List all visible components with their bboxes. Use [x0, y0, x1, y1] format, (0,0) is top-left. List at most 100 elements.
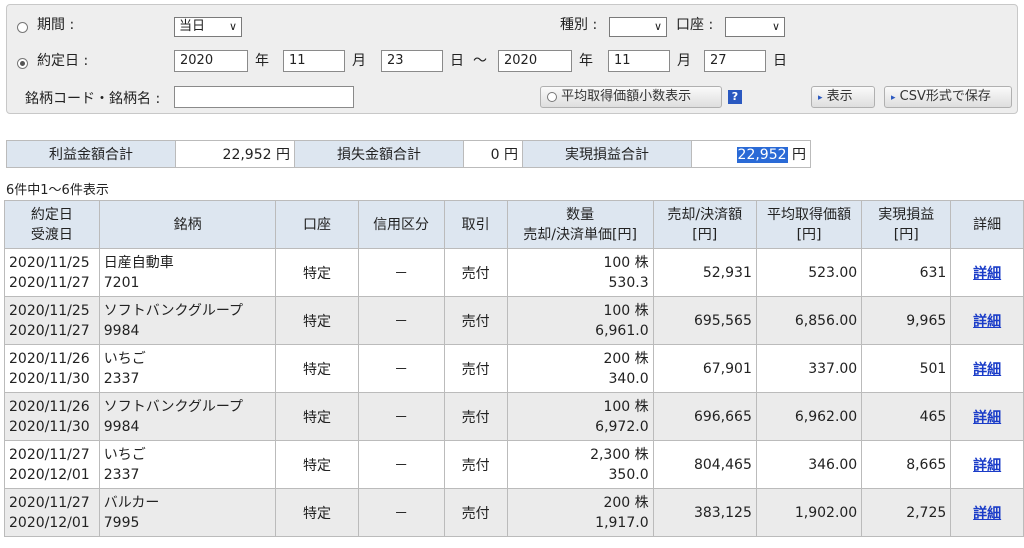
help-icon[interactable]: ?: [728, 90, 742, 104]
show-button-label: 表示: [826, 89, 853, 104]
to-year-input[interactable]: 2020: [498, 50, 572, 72]
from-month-input[interactable]: 11: [283, 50, 345, 72]
col-sale-title: 売却/決済額: [667, 206, 743, 223]
stock-code: 7995: [103, 514, 140, 531]
col-avg-title: 平均取得価額: [767, 206, 852, 223]
amount-cell: 383,125: [652, 488, 757, 537]
detail-cell: 詳細: [950, 296, 1024, 345]
account-label: 口座 :: [676, 17, 714, 33]
from-year-input[interactable]: 2020: [174, 50, 248, 72]
trade-date-radio[interactable]: [17, 57, 28, 69]
date-cell: 2020/11/27 2020/12/01: [4, 488, 100, 537]
settle-date: 2020/11/30: [9, 370, 90, 387]
detail-link[interactable]: 詳細: [973, 410, 1001, 426]
detail-link[interactable]: 詳細: [973, 506, 1001, 522]
detail-cell: 詳細: [950, 392, 1024, 441]
code-input[interactable]: [174, 86, 354, 108]
trade-cell: 売付: [443, 248, 508, 297]
profit-total-value: 22,952 円: [175, 140, 295, 168]
year-unit: 年: [579, 53, 593, 69]
account-cell: 特定: [275, 248, 359, 297]
period-select[interactable]: 当日 ∨: [174, 17, 242, 37]
detail-link[interactable]: 詳細: [973, 314, 1001, 330]
account-cell: 特定: [275, 488, 359, 537]
amount-cell: 804,465: [652, 440, 757, 489]
pl-cell: 465: [861, 392, 952, 441]
qty-cell: 2,300 株 350.0: [506, 440, 654, 489]
trade-history-table: 約定日 受渡日 銘柄 口座 信用区分 取引 数量 売却/決済単価[円] 売却/決済額…: [4, 200, 1024, 537]
trade-cell: 売付: [443, 344, 508, 393]
avg-decimal-toggle-button[interactable]: 平均取得価額小数表示: [540, 86, 722, 108]
trade-date: 2020/11/25: [9, 302, 90, 319]
qty-value: 100 株: [603, 254, 649, 271]
profit-total-amount: 22,952: [222, 147, 272, 163]
price-value: 6,972.0: [595, 418, 649, 435]
period-radio-wrap[interactable]: [17, 19, 28, 35]
price-value: 340.0: [608, 370, 649, 387]
detail-link[interactable]: 詳細: [973, 458, 1001, 474]
detail-link[interactable]: 詳細: [973, 362, 1001, 378]
col-qty-title: 数量: [566, 206, 595, 223]
detail-cell: 詳細: [950, 248, 1024, 297]
account-select[interactable]: ∨: [725, 17, 785, 37]
result-count: 6件中1～6件表示: [6, 183, 109, 198]
col-price-title: 売却/決済単価[円]: [523, 226, 637, 243]
to-day-input[interactable]: 27: [704, 50, 766, 72]
account-cell: 特定: [275, 392, 359, 441]
amount-cell: 67,901: [652, 344, 757, 393]
margin-cell: －: [357, 248, 445, 297]
period-select-value: 当日: [179, 19, 206, 34]
trade-date-radio-wrap[interactable]: [17, 55, 28, 71]
stock-cell: いちご 2337: [98, 344, 277, 393]
avg-decimal-radio: [547, 91, 557, 102]
trade-date: 2020/11/26: [9, 350, 90, 367]
detail-link[interactable]: 詳細: [973, 266, 1001, 282]
stock-cell: 日産自動車 7201: [98, 248, 277, 297]
avg-cell: 337.00: [755, 344, 863, 393]
avg-cell: 6,962.00: [755, 392, 863, 441]
amount-cell: 695,565: [652, 296, 757, 345]
stock-code: 9984: [103, 322, 140, 339]
pl-cell: 2,725: [861, 488, 952, 537]
col-dates: 約定日 受渡日: [4, 200, 100, 249]
stock-cell: ソフトバンクグループ 9984: [98, 392, 277, 441]
to-month-input[interactable]: 11: [608, 50, 670, 72]
col-pl-unit: [円]: [893, 226, 919, 243]
show-button[interactable]: ▸ 表示: [811, 86, 875, 108]
type-select[interactable]: ∨: [609, 17, 667, 37]
margin-cell: －: [357, 488, 445, 537]
from-day-input[interactable]: 23: [381, 50, 443, 72]
stock-name: ソフトバンクグループ: [103, 398, 244, 415]
settle-date: 2020/11/30: [9, 418, 90, 435]
col-pl-title: 実現損益: [878, 206, 935, 223]
trade-date: 2020/11/26: [9, 398, 90, 415]
play-icon: ▸: [818, 93, 823, 103]
yen-unit: 円: [792, 147, 806, 163]
settle-date: 2020/11/27: [9, 274, 90, 291]
margin-cell: －: [357, 440, 445, 489]
col-account: 口座: [275, 200, 359, 249]
period-radio[interactable]: [17, 21, 28, 33]
range-tilde: ～: [473, 53, 487, 69]
avg-cell: 1,902.00: [755, 488, 863, 537]
col-sale: 売却/決済額 [円]: [652, 200, 757, 249]
filter-panel: 期間 : 当日 ∨ 種別 : ∨ 口座 : ∨ 約定日 : 2020 年 11 …: [6, 4, 1018, 114]
trade-cell: 売付: [443, 488, 508, 537]
day-unit: 日: [773, 53, 787, 69]
margin-cell: －: [357, 296, 445, 345]
col-margin: 信用区分: [357, 200, 445, 249]
col-qty: 数量売却/決済単価[円]: [506, 200, 654, 249]
stock-code: 9984: [103, 418, 140, 435]
settle-date: 2020/12/01: [9, 514, 90, 531]
period-label: 期間 :: [37, 17, 75, 33]
yen-unit: 円: [276, 147, 290, 163]
chevron-down-icon: ∨: [771, 20, 780, 33]
qty-value: 100 株: [603, 302, 649, 319]
detail-cell: 詳細: [950, 344, 1024, 393]
csv-save-button[interactable]: ▸ CSV形式で保存: [884, 86, 1012, 108]
qty-cell: 100 株 6,972.0: [506, 392, 654, 441]
stock-cell: バルカー 7995: [98, 488, 277, 537]
pl-cell: 631: [861, 248, 952, 297]
col-name: 銘柄: [98, 200, 277, 249]
yen-unit: 円: [504, 147, 518, 163]
